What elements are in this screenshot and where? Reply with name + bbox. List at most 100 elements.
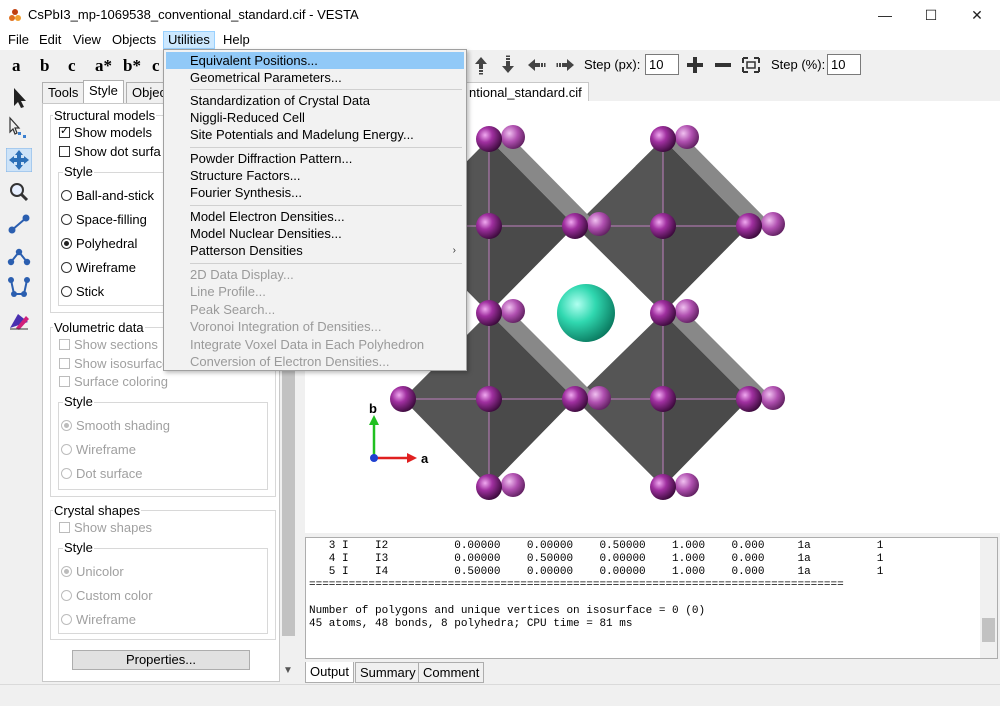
- menu-item-peak-search[interactable]: Peak Search...: [166, 301, 464, 318]
- polyhedral-radio[interactable]: Polyhedral: [61, 236, 137, 251]
- magnify-icon[interactable]: [6, 180, 32, 204]
- menu-separator: [190, 205, 462, 206]
- menu-item-patterson-densities[interactable]: Patterson Densities ›: [166, 242, 464, 259]
- menu-item-niggli-reduced-cell[interactable]: Niggli-Reduced Cell: [166, 109, 464, 126]
- ball-and-stick-radio[interactable]: Ball-and-stick: [61, 188, 154, 203]
- step-px-input[interactable]: [645, 54, 679, 75]
- step-pct-label: Step (%):: [771, 57, 826, 72]
- output-line: 3 I I2 0.00000 0.00000 0.50000 1.000 0.0…: [309, 540, 884, 552]
- arrow-right-icon[interactable]: [554, 55, 576, 75]
- window-title: CsPbI3_mp-1069538_conventional_standard.…: [28, 7, 359, 22]
- show-models-checkbox[interactable]: Show models: [59, 124, 152, 140]
- view-along-b-star-button[interactable]: b*: [123, 56, 141, 76]
- tab-style[interactable]: Style: [83, 80, 124, 104]
- menu-separator: [190, 89, 462, 90]
- menu-item-2d-data-display[interactable]: 2D Data Display...: [166, 266, 464, 283]
- menu-view[interactable]: View: [69, 31, 105, 49]
- structural-style-title: Style: [63, 164, 94, 179]
- menu-help[interactable]: Help: [219, 31, 254, 49]
- vesta-app-icon: [9, 9, 21, 21]
- output-scrollbar-thumb[interactable]: [982, 618, 995, 642]
- menu-edit[interactable]: Edit: [35, 31, 65, 49]
- volumetric-data-title: Volumetric data: [53, 320, 145, 335]
- arrow-down-icon[interactable]: [497, 55, 519, 75]
- submenu-arrow-icon: ›: [452, 245, 456, 256]
- view-along-a-button[interactable]: a: [12, 56, 21, 76]
- output-line: ========================================…: [309, 579, 844, 591]
- custom-color-radio[interactable]: Custom color: [61, 588, 153, 603]
- measure-icon[interactable]: [6, 116, 32, 140]
- dihedral-angle-icon[interactable]: [6, 276, 32, 300]
- menu-item-equivalent-positions[interactable]: Equivalent Positions...: [166, 52, 464, 69]
- menu-file[interactable]: File: [4, 31, 33, 49]
- menu-item-model-electron-densities[interactable]: Model Electron Densities...: [166, 208, 464, 225]
- file-tab[interactable]: ntional_standard.cif: [462, 82, 589, 102]
- step-px-label: Step (px):: [584, 57, 641, 72]
- menu-item-model-nuclear-densities[interactable]: Model Nuclear Densities...: [166, 225, 464, 242]
- output-line: 45 atoms, 48 bonds, 8 polyhedra; CPU tim…: [309, 618, 633, 630]
- close-button[interactable]: ✕: [954, 0, 1000, 30]
- unicolor-radio[interactable]: Unicolor: [61, 564, 124, 579]
- dot-surface-radio[interactable]: Dot surface: [61, 466, 142, 481]
- menu-item-integrate-voxel-data[interactable]: Integrate Voxel Data in Each Polyhedron: [166, 336, 464, 353]
- menu-separator: [190, 147, 462, 148]
- menu-objects[interactable]: Objects: [108, 31, 160, 49]
- minus-icon[interactable]: [712, 55, 734, 75]
- utilities-menu: Equivalent Positions... Geometrical Para…: [163, 49, 467, 371]
- bond-length-icon[interactable]: [6, 212, 32, 236]
- maximize-button[interactable]: ☐: [908, 0, 954, 30]
- menu-separator: [190, 263, 462, 264]
- space-filling-radio[interactable]: Space-filling: [61, 212, 147, 227]
- menu-item-line-profile[interactable]: Line Profile...: [166, 283, 464, 300]
- crystal-wireframe-radio[interactable]: Wireframe: [61, 612, 136, 627]
- show-isosurface-checkbox[interactable]: Show isosurface: [59, 356, 169, 371]
- menu-item-conversion-electron-densities[interactable]: Conversion of Electron Densities...: [166, 353, 464, 370]
- menu-item-powder-diffraction[interactable]: Powder Diffraction Pattern...: [166, 150, 464, 167]
- crystal-shapes-title: Crystal shapes: [53, 503, 141, 518]
- atom-edit-icon[interactable]: [6, 308, 32, 332]
- menu-utilities[interactable]: Utilities: [163, 31, 215, 49]
- show-sections-checkbox[interactable]: Show sections: [59, 337, 158, 352]
- wireframe-radio[interactable]: Wireframe: [61, 260, 136, 275]
- view-along-c-star-button[interactable]: c: [152, 56, 160, 76]
- menu-bar: File Edit View Objects Utilities Help: [0, 30, 1000, 50]
- tab-tools[interactable]: Tools: [42, 82, 85, 104]
- axis-a-label: a: [421, 451, 429, 466]
- step-pct-input[interactable]: [827, 54, 861, 75]
- menu-item-standardization[interactable]: Standardization of Crystal Data: [166, 92, 464, 109]
- plus-icon[interactable]: [684, 55, 706, 75]
- fit-to-screen-icon[interactable]: [740, 55, 762, 75]
- view-along-b-button[interactable]: b: [40, 56, 49, 76]
- bond-angle-icon[interactable]: [6, 244, 32, 268]
- view-along-a-star-button[interactable]: a*: [95, 56, 112, 76]
- arrow-up-icon[interactable]: [470, 55, 492, 75]
- select-arrow-icon[interactable]: [6, 86, 32, 110]
- volumetric-style-title: Style: [63, 394, 94, 409]
- arrow-left-icon[interactable]: [526, 55, 548, 75]
- tab-comment[interactable]: Comment: [418, 662, 485, 683]
- menu-item-geometrical-parameters[interactable]: Geometrical Parameters...: [166, 69, 464, 86]
- show-dot-surface-checkbox[interactable]: Show dot surfa: [59, 144, 161, 159]
- translate-icon[interactable]: [6, 148, 32, 172]
- surface-coloring-checkbox[interactable]: Surface coloring: [59, 374, 168, 389]
- tab-summary[interactable]: Summary: [355, 662, 421, 683]
- crystal-style-title: Style: [63, 540, 94, 555]
- structural-models-title: Structural models: [53, 108, 157, 123]
- menu-item-site-potentials[interactable]: Site Potentials and Madelung Energy...: [166, 126, 464, 143]
- cesium-atom: [557, 284, 615, 342]
- volumetric-wireframe-radio[interactable]: Wireframe: [61, 442, 136, 457]
- output-line: Number of polygons and unique vertices o…: [309, 605, 706, 617]
- menu-item-voronoi-integration[interactable]: Voronoi Integration of Densities...: [166, 318, 464, 335]
- properties-button[interactable]: Properties...: [72, 650, 250, 670]
- scroll-down-arrow-icon[interactable]: ▼: [283, 665, 293, 676]
- tab-output[interactable]: Output: [305, 662, 355, 683]
- menu-item-fourier-synthesis[interactable]: Fourier Synthesis...: [166, 184, 464, 201]
- stick-radio[interactable]: Stick: [61, 284, 104, 299]
- minimize-button[interactable]: —: [862, 0, 908, 30]
- smooth-shading-radio[interactable]: Smooth shading: [61, 418, 170, 433]
- status-bar: [0, 684, 1000, 706]
- show-shapes-checkbox[interactable]: Show shapes: [59, 520, 152, 535]
- view-along-c-button[interactable]: c: [68, 56, 76, 76]
- menu-item-structure-factors[interactable]: Structure Factors...: [166, 167, 464, 184]
- output-console[interactable]: 3 I I2 0.00000 0.00000 0.50000 1.000 0.0…: [305, 537, 998, 659]
